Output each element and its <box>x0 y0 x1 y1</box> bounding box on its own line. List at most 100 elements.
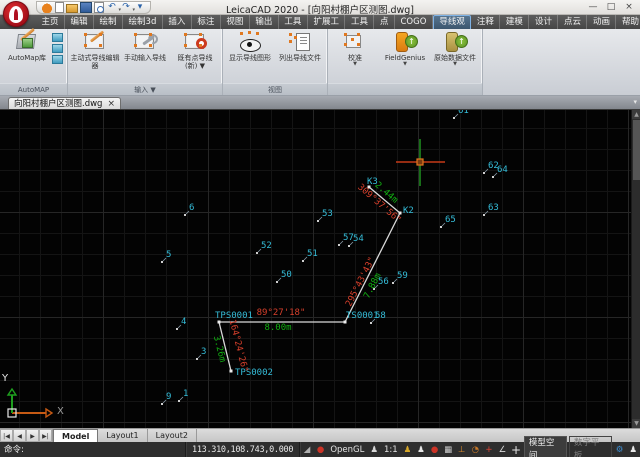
ribbon-tab-工具[interactable]: 工具 <box>279 15 308 29</box>
minimize-button[interactable]: — <box>584 0 602 14</box>
dropdown-arrow-icon[interactable]: ▼ <box>403 62 407 67</box>
manual-icon <box>132 31 158 53</box>
ribbon-tab-输出[interactable]: 输出 <box>250 15 279 29</box>
drawing-canvas[interactable]: Y X ▲ ▼ 61626463655365251557545059565843… <box>0 110 640 428</box>
ribbon-tab-设计[interactable]: 设计 <box>529 15 558 29</box>
ribbon-tab-点云[interactable]: 点云 <box>558 15 587 29</box>
ribbon-tab-注释[interactable]: 注释 <box>471 15 500 29</box>
ribbon-tab-绘制3d[interactable]: 绘制3d <box>123 15 163 29</box>
ribbon-tab-帮助[interactable]: 帮助 <box>616 15 640 29</box>
digitizer-tablet-button[interactable]: 数字平板 <box>569 436 612 457</box>
cursor-coordinates: 113.310,108.743,0.000 <box>186 442 300 457</box>
crosshair-size-icon[interactable]: + <box>509 442 523 457</box>
layout-nav-arrow-1[interactable]: ◀ <box>13 429 26 442</box>
ribbon-button-label: 手动输入导线 <box>124 54 166 62</box>
ribbon-button-exist[interactable]: 既有点导线 (新) ▼ <box>170 30 220 70</box>
ribbon-tab-建模[interactable]: 建模 <box>500 15 529 29</box>
open-file-icon[interactable] <box>66 4 78 13</box>
document-tab[interactable]: 向阳村棚户区测图.dwg × <box>8 97 121 109</box>
edit-icon <box>82 31 108 53</box>
document-tab-bar: 向阳村棚户区测图.dwg × ▾ <box>0 96 640 110</box>
renderer-label: OpenGL <box>327 445 367 455</box>
new-file-icon[interactable] <box>55 2 64 13</box>
point-label-6: 6 <box>189 203 194 213</box>
close-button[interactable]: × <box>620 0 638 14</box>
point-label-4: 4 <box>181 317 186 327</box>
layout-nav-arrow-0[interactable]: |◀ <box>0 429 13 442</box>
ribbon-tab-插入[interactable]: 插入 <box>163 15 192 29</box>
ribbon-button-fieldgenius[interactable]: FieldGenius▼ <box>380 30 430 67</box>
ribbon-button-eye[interactable]: 显示导线图形 <box>225 30 275 62</box>
ribbon-tab-编辑[interactable]: 编辑 <box>65 15 94 29</box>
ribbon-tab-点[interactable]: 点 <box>374 15 395 29</box>
point-label-1: 1 <box>183 389 188 399</box>
document-tab-overflow-icon[interactable]: ▾ <box>633 98 637 106</box>
save-file-icon[interactable] <box>80 2 92 13</box>
workspace-icon[interactable]: ● <box>428 442 442 457</box>
ribbon-button-calib[interactable]: 校准▼ <box>330 30 380 67</box>
ribbon-tab-视图[interactable]: 视图 <box>221 15 250 29</box>
ribbon-tab-COGO[interactable]: COGO <box>395 15 433 29</box>
vertical-scrollbar[interactable]: ▲ ▼ <box>631 110 640 428</box>
qat-overflow-icon[interactable]: ▾ <box>134 2 146 13</box>
undo-icon[interactable]: ↶▾ <box>106 2 118 13</box>
ribbon-button-label: 既有点导线 (新) ▼ <box>178 54 213 70</box>
point-label-59: 59 <box>397 271 408 281</box>
point-label-50: 50 <box>281 270 292 280</box>
ribbon-tab-工具[interactable]: 工具 <box>345 15 374 29</box>
ribbon-group-body: AutoMap库 <box>0 29 67 83</box>
ribbon-button-raw[interactable]: 原始数据文件▼ <box>430 30 480 67</box>
maximize-button[interactable]: □ <box>602 0 620 14</box>
layout-nav-arrow-3[interactable]: ▶| <box>39 429 52 442</box>
ribbon-tab-标注[interactable]: 标注 <box>192 15 221 29</box>
grid-display-icon[interactable]: ▦ <box>441 442 455 457</box>
angle-snap-icon[interactable]: ∠ <box>496 442 510 457</box>
annotation-person-icon[interactable]: ♟ <box>367 442 381 457</box>
ducs-indicator-icon[interactable]: ◢ <box>300 442 314 457</box>
command-input[interactable]: 命令: <box>0 442 186 457</box>
ribbon-button-automap[interactable]: AutoMap库 <box>2 30 52 62</box>
ribbon-button-list[interactable]: 列出导线文件 <box>275 30 325 62</box>
ribbon-group-视图: 显示导线图形列出导线文件视图 <box>223 29 328 95</box>
dropdown-arrow-icon[interactable]: ▼ <box>353 62 357 67</box>
user-icon[interactable]: ♟ <box>401 442 415 457</box>
automap-quick-icon[interactable] <box>41 2 53 13</box>
layout-tab-Layout2[interactable]: Layout2 <box>148 429 197 442</box>
plot-preview-icon[interactable] <box>94 2 104 13</box>
model-space-button[interactable]: 模型空间 <box>524 436 567 457</box>
ribbon-button-manual[interactable]: 手动输入导线 <box>120 30 170 62</box>
traverse-drawing <box>0 110 631 428</box>
dropdown-arrow-icon[interactable]: ▼ <box>453 62 457 67</box>
polar-tracking-icon[interactable]: ◔ <box>469 442 483 457</box>
ribbon-button-edit[interactable]: 主动式导线编辑器 <box>70 30 120 70</box>
ribbon-button-label: 主动式导线编辑器 <box>70 54 120 70</box>
annotation-scale-label[interactable]: 1:1 <box>381 445 401 455</box>
ribbon-tab-绘制[interactable]: 绘制 <box>94 15 123 29</box>
ribbon-group-label: 输入 ▼ <box>68 83 222 95</box>
ribbon-tab-主页[interactable]: 主页 <box>36 15 65 29</box>
scroll-thumb[interactable] <box>633 120 640 180</box>
point-label-64: 64 <box>497 165 508 175</box>
ribbon-tab-扩展工[interactable]: 扩展工 <box>308 15 346 29</box>
layout-tab-Model[interactable]: Model <box>53 429 98 442</box>
scroll-up-icon[interactable]: ▲ <box>632 110 640 119</box>
automap-mini-icons[interactable] <box>52 30 65 64</box>
layout-tab-Layout1[interactable]: Layout1 <box>98 429 147 442</box>
ortho-mode-icon[interactable]: ⊥ <box>455 442 469 457</box>
scroll-down-icon[interactable]: ▼ <box>632 419 640 428</box>
layout-nav-arrow-2[interactable]: ▶ <box>26 429 39 442</box>
user-profile-icon[interactable]: ♟ <box>626 442 640 457</box>
station-label-TS0001: TS0001 <box>346 311 379 321</box>
object-snap-icon[interactable]: + <box>482 442 496 457</box>
app-logo-button[interactable] <box>3 1 29 27</box>
ribbon-tab-动画[interactable]: 动画 <box>587 15 616 29</box>
ribbon-tab-导线观[interactable]: 导线观 <box>433 15 472 29</box>
redo-icon[interactable]: ↷▾ <box>120 2 132 13</box>
settings-gear-icon[interactable]: ⚙ <box>613 442 627 457</box>
document-tab-close-icon[interactable]: × <box>107 98 115 109</box>
ribbon: AutoMap库AutoMAP主动式导线编辑器手动输入导线既有点导线 (新) ▼… <box>0 29 640 96</box>
user-add-icon[interactable]: ♟ <box>414 442 428 457</box>
list-icon <box>287 31 313 53</box>
snap-marker-icon[interactable]: ● <box>314 442 328 457</box>
ribbon-group-tools: 校准▼FieldGenius▼原始数据文件▼ <box>328 29 483 95</box>
